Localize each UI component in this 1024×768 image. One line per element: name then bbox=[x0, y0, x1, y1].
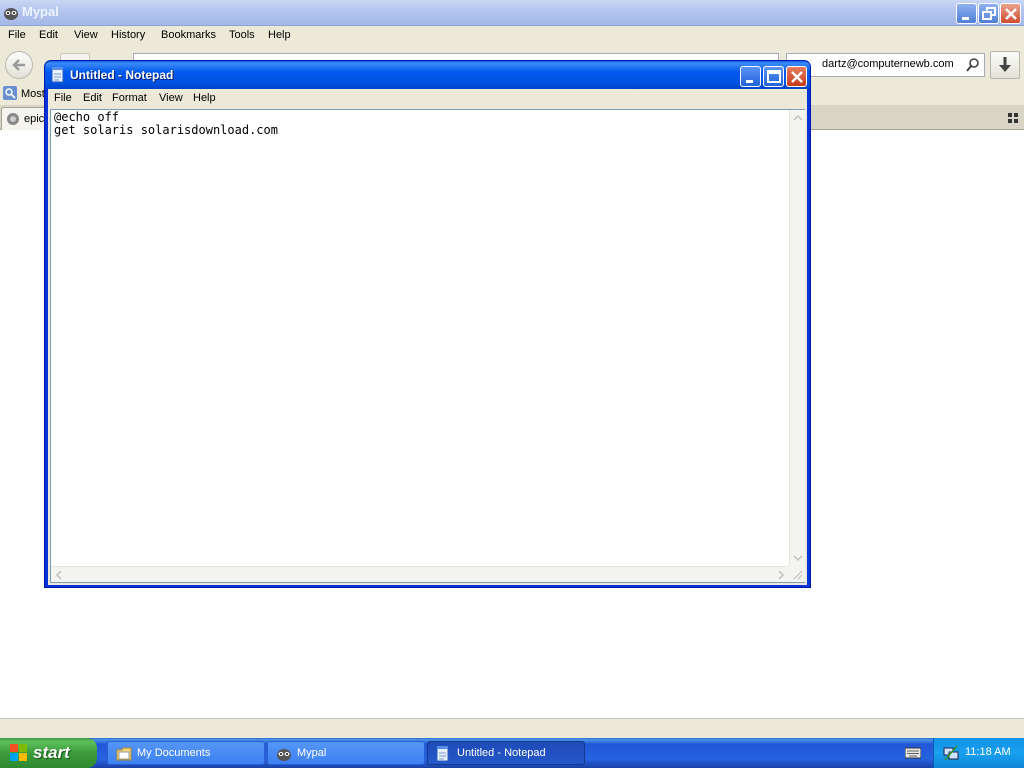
scroll-left-icon[interactable] bbox=[51, 567, 67, 583]
resize-grip[interactable] bbox=[789, 566, 805, 582]
start-button[interactable]: start bbox=[0, 738, 97, 768]
browser-close-button[interactable] bbox=[1000, 3, 1021, 24]
notepad-menu-edit[interactable]: Edit bbox=[83, 92, 102, 104]
notepad-maximize-button[interactable] bbox=[763, 66, 784, 87]
horizontal-scrollbar[interactable] bbox=[51, 566, 789, 582]
notepad-text-area[interactable]: @echo off get solaris solarisdownload.co… bbox=[50, 109, 805, 583]
minimize-icon bbox=[962, 17, 969, 20]
notepad-close-button[interactable] bbox=[786, 66, 807, 87]
scroll-right-icon[interactable] bbox=[773, 567, 789, 583]
minimize-icon bbox=[746, 80, 753, 83]
notepad-body: File Edit Format View Help @echo off get… bbox=[48, 89, 807, 585]
browser-menu-history[interactable]: History bbox=[111, 29, 145, 41]
search-icon[interactable] bbox=[965, 57, 981, 73]
taskbar-button-my-documents[interactable]: My Documents bbox=[107, 741, 265, 765]
search-input[interactable]: dartz@computernewb.com bbox=[822, 58, 954, 70]
taskbar-button-label: Mypal bbox=[297, 747, 327, 759]
taskbar: start My Documents Mypal Untitled - Note… bbox=[0, 738, 1024, 768]
bookmark-most-visited[interactable]: Most bbox=[3, 86, 45, 100]
notepad-menu-format[interactable]: Format bbox=[112, 92, 147, 104]
tab-label: epic bbox=[24, 113, 45, 125]
browser-menu-file[interactable]: File bbox=[8, 29, 26, 41]
notepad-minimize-button[interactable] bbox=[740, 66, 761, 87]
browser-menu-bookmarks[interactable]: Bookmarks bbox=[161, 29, 216, 41]
browser-menu-help[interactable]: Help bbox=[268, 29, 291, 41]
notepad-menu-help[interactable]: Help bbox=[193, 92, 216, 104]
scroll-up-icon[interactable] bbox=[790, 110, 806, 126]
start-label: start bbox=[33, 743, 70, 762]
browser-restore-button[interactable] bbox=[978, 3, 999, 24]
browser-title-bar[interactable]: Mypal bbox=[0, 0, 1024, 26]
mypal-icon bbox=[4, 8, 18, 20]
taskbar-button-notepad[interactable]: Untitled - Notepad bbox=[427, 741, 585, 765]
notepad-menu-bar: File Edit Format View Help bbox=[48, 89, 807, 108]
resize-grip-icon bbox=[793, 570, 803, 580]
browser-menu-edit[interactable]: Edit bbox=[39, 29, 58, 41]
maximize-icon bbox=[767, 70, 781, 83]
bookmark-label: Most bbox=[21, 88, 45, 100]
browser-status-bar bbox=[0, 718, 1024, 738]
globe-icon bbox=[7, 113, 19, 125]
windows-logo-icon bbox=[10, 744, 27, 761]
notepad-window: Untitled - Notepad File Edit Format View… bbox=[44, 60, 811, 588]
browser-minimize-button[interactable] bbox=[956, 3, 977, 24]
taskbar-button-label: Untitled - Notepad bbox=[457, 747, 546, 759]
browser-menu-view[interactable]: View bbox=[74, 29, 98, 41]
keyboard-icon[interactable] bbox=[905, 747, 921, 759]
all-tabs-grid-icon[interactable] bbox=[1008, 113, 1018, 123]
mypal-icon bbox=[277, 749, 291, 761]
folder-icon bbox=[116, 747, 132, 761]
taskbar-button-mypal[interactable]: Mypal bbox=[267, 741, 425, 765]
network-icon[interactable] bbox=[943, 745, 959, 761]
bookmark-search-icon bbox=[3, 86, 17, 100]
notepad-content[interactable]: @echo off get solaris solarisdownload.co… bbox=[54, 111, 278, 137]
notepad-icon bbox=[51, 67, 64, 83]
notepad-title-bar[interactable]: Untitled - Notepad bbox=[45, 61, 810, 89]
downloads-button[interactable] bbox=[990, 51, 1020, 79]
scroll-down-icon[interactable] bbox=[790, 550, 806, 566]
browser-title: Mypal bbox=[22, 4, 59, 19]
notepad-icon bbox=[436, 746, 449, 762]
vertical-scrollbar[interactable] bbox=[789, 110, 805, 566]
clock[interactable]: 11:18 AM bbox=[965, 746, 1011, 758]
browser-menu-bar: File Edit View History Bookmarks Tools H… bbox=[0, 26, 1024, 47]
notepad-menu-file[interactable]: File bbox=[54, 92, 72, 104]
notepad-title: Untitled - Notepad bbox=[70, 68, 174, 82]
search-box[interactable]: dartz@computernewb.com bbox=[786, 53, 985, 77]
close-icon bbox=[1005, 8, 1017, 20]
system-tray: 11:18 AM bbox=[933, 738, 1024, 768]
browser-menu-tools[interactable]: Tools bbox=[229, 29, 255, 41]
notepad-menu-view[interactable]: View bbox=[159, 92, 183, 104]
restore-icon bbox=[982, 7, 996, 20]
download-arrow-icon bbox=[999, 57, 1011, 72]
close-icon bbox=[791, 71, 803, 83]
back-arrow-icon bbox=[12, 59, 25, 71]
back-button[interactable] bbox=[5, 51, 33, 79]
taskbar-button-label: My Documents bbox=[137, 747, 211, 759]
